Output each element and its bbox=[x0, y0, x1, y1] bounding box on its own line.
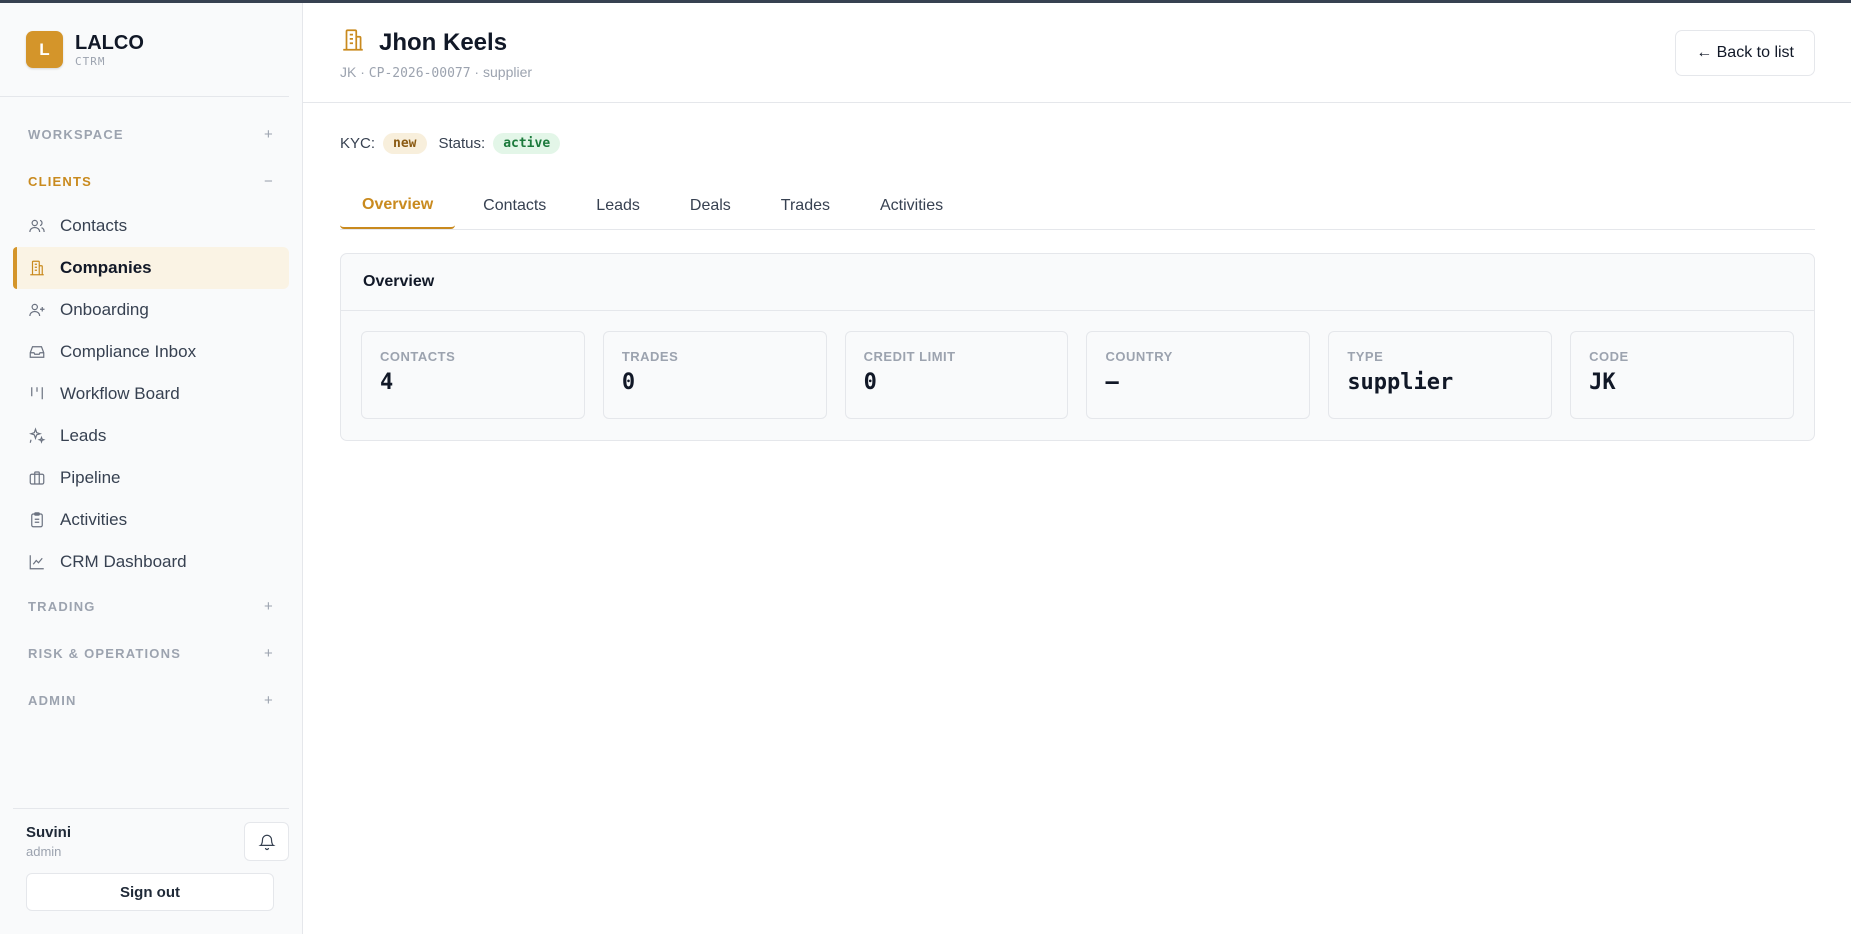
tab-overview[interactable]: Overview bbox=[340, 182, 456, 229]
building-icon bbox=[28, 259, 46, 277]
stat-value: 0 bbox=[621, 370, 636, 395]
stat-value: 4 bbox=[380, 370, 394, 395]
sidebar-item-label: Workflow Board bbox=[60, 384, 180, 403]
user-role: admin bbox=[26, 844, 62, 859]
section-risk-operations[interactable]: RISK & OPERATIONS + bbox=[13, 630, 289, 677]
collapse-icon: − bbox=[264, 173, 274, 190]
status-badge: active bbox=[493, 133, 561, 154]
tab-deals[interactable]: Deals bbox=[668, 182, 753, 229]
page-header: Jhon Keels JK · CP-2026-00077 · supplier… bbox=[303, 3, 1851, 103]
user-area: Suvini admin Sign out bbox=[13, 808, 289, 934]
sidebar-item-leads[interactable]: Leads bbox=[13, 415, 289, 457]
notifications-button[interactable] bbox=[244, 822, 289, 861]
section-label: WORKSPACE bbox=[28, 127, 124, 142]
section-trading[interactable]: TRADING + bbox=[13, 583, 289, 630]
brand-sub: CTRM bbox=[75, 54, 106, 68]
sign-out-button[interactable]: Sign out bbox=[26, 873, 274, 911]
sidebar-item-label: CRM Dashboard bbox=[60, 552, 187, 571]
stat-label: CREDIT LIMIT bbox=[863, 349, 956, 364]
tab-activities[interactable]: Activities bbox=[858, 182, 965, 229]
tab-leads[interactable]: Leads bbox=[574, 182, 662, 229]
stat-value: JK bbox=[1589, 370, 1616, 395]
line-chart-icon bbox=[28, 553, 46, 571]
expand-icon: + bbox=[264, 645, 274, 662]
briefcase-icon bbox=[28, 469, 46, 487]
sidebar-item-onboarding[interactable]: Onboarding bbox=[13, 289, 289, 331]
section-label: TRADING bbox=[28, 599, 96, 614]
stats-grid: CONTACTS 4 TRADES 0 CREDIT LIMIT 0 COUNT… bbox=[341, 311, 1814, 419]
stat-label: CONTACTS bbox=[380, 349, 456, 364]
bell-icon bbox=[257, 834, 276, 850]
brand-logo: L bbox=[26, 31, 63, 68]
stat-card-contacts: CONTACTS 4 bbox=[361, 331, 585, 419]
stat-label: COUNTRY bbox=[1105, 349, 1173, 364]
inbox-icon bbox=[28, 343, 46, 361]
tab-contacts[interactable]: Contacts bbox=[461, 182, 568, 229]
section-label: RISK & OPERATIONS bbox=[28, 646, 182, 661]
expand-icon: + bbox=[264, 598, 274, 615]
page-subtitle: JK · CP-2026-00077 · supplier bbox=[340, 64, 533, 81]
brand[interactable]: L LALCO CTRM bbox=[0, 3, 289, 97]
sidebar-item-activities[interactable]: Activities bbox=[13, 499, 289, 541]
tab-trades[interactable]: Trades bbox=[759, 182, 852, 229]
stat-card-country: COUNTRY — bbox=[1086, 331, 1311, 419]
stat-label: TRADES bbox=[621, 349, 679, 364]
sidebar-item-contacts[interactable]: Contacts bbox=[13, 205, 289, 247]
sidebar-item-label: Compliance Inbox bbox=[60, 342, 197, 361]
kyc-badge: new bbox=[383, 133, 427, 154]
user-plus-icon bbox=[28, 301, 46, 319]
page-title: Jhon Keels bbox=[379, 28, 508, 56]
badge-row: KYC: new Status: active bbox=[340, 133, 1815, 154]
stat-card-trades: TRADES 0 bbox=[602, 331, 827, 419]
user-name: Suvini bbox=[26, 824, 72, 841]
sidebar-item-label: Leads bbox=[60, 426, 107, 445]
sidebar-item-crm-dashboard[interactable]: CRM Dashboard bbox=[13, 541, 289, 583]
sidebar-item-workflow-board[interactable]: Workflow Board bbox=[13, 373, 289, 415]
stat-value: — bbox=[1105, 370, 1119, 395]
tab-bar: Overview Contacts Leads Deals Trades Act… bbox=[340, 182, 1815, 230]
back-to-list-button[interactable]: ← Back to list bbox=[1675, 30, 1815, 76]
kyc-label: KYC: bbox=[340, 135, 376, 152]
panel-title: Overview bbox=[341, 254, 1814, 311]
status-label: Status: bbox=[438, 135, 486, 152]
stat-label: TYPE bbox=[1347, 349, 1384, 364]
expand-icon: + bbox=[264, 692, 274, 709]
company-code: JK bbox=[340, 64, 357, 80]
main-content: Jhon Keels JK · CP-2026-00077 · supplier… bbox=[303, 3, 1851, 934]
expand-icon: + bbox=[264, 126, 274, 143]
sidebar-item-companies[interactable]: Companies bbox=[13, 247, 289, 289]
sidebar-item-label: Contacts bbox=[60, 216, 128, 235]
stat-value: supplier bbox=[1347, 370, 1454, 395]
stat-card-type: TYPE supplier bbox=[1328, 331, 1553, 419]
section-label: ADMIN bbox=[28, 693, 77, 708]
stat-label: CODE bbox=[1589, 349, 1629, 364]
users-icon bbox=[28, 217, 46, 235]
stat-value: 0 bbox=[863, 370, 877, 395]
overview-panel: Overview CONTACTS 4 TRADES 0 CREDIT LIMI… bbox=[340, 253, 1815, 441]
section-label: CLIENTS bbox=[28, 174, 93, 189]
section-workspace[interactable]: WORKSPACE + bbox=[13, 111, 289, 158]
sparkles-icon bbox=[28, 427, 46, 445]
company-type: supplier bbox=[483, 64, 533, 80]
company-ref: CP-2026-00077 bbox=[368, 66, 471, 81]
sidebar-item-label: Activities bbox=[60, 510, 128, 529]
sidebar: L LALCO CTRM WORKSPACE + CLIENTS − Conta… bbox=[0, 3, 303, 934]
sidebar-item-label: Pipeline bbox=[60, 468, 121, 487]
sidebar-item-compliance-inbox[interactable]: Compliance Inbox bbox=[13, 331, 289, 373]
section-clients[interactable]: CLIENTS − bbox=[13, 158, 289, 205]
sidebar-item-pipeline[interactable]: Pipeline bbox=[13, 457, 289, 499]
clipboard-icon bbox=[28, 511, 46, 529]
company-detail: KYC: new Status: active Overview Contact… bbox=[303, 103, 1851, 441]
building-icon bbox=[340, 27, 366, 58]
kanban-icon bbox=[28, 385, 46, 403]
section-admin[interactable]: ADMIN + bbox=[13, 677, 289, 724]
brand-name: LALCO bbox=[75, 31, 144, 54]
sidebar-item-label: Onboarding bbox=[60, 300, 149, 319]
stat-card-code: CODE JK bbox=[1570, 331, 1794, 419]
sidebar-item-label: Companies bbox=[60, 258, 152, 277]
stat-card-credit-limit: CREDIT LIMIT 0 bbox=[844, 331, 1069, 419]
